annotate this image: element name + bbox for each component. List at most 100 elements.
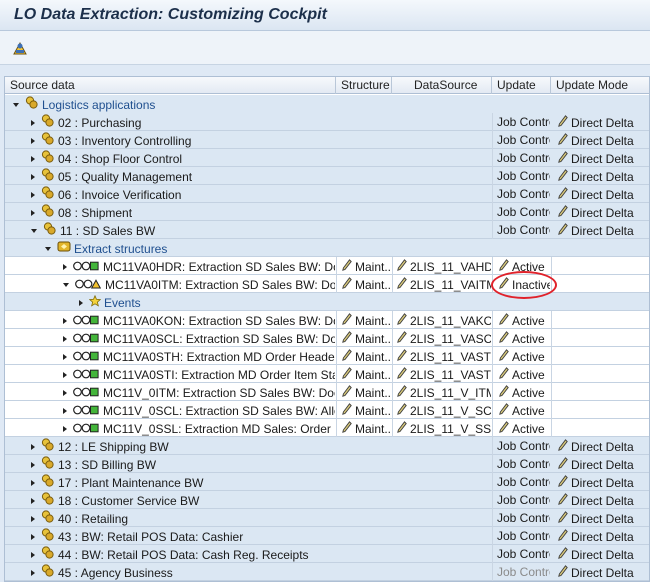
node-label[interactable]: MC11V_0ITM: Extraction SD Sales BW: Docu… <box>103 386 335 400</box>
tree-node-extract-structure[interactable]: MC11VA0ITM: Extraction SD Sales BW: Docu… <box>5 275 649 293</box>
update-value[interactable]: Job Control <box>493 151 550 165</box>
pencil-icon[interactable] <box>499 330 509 347</box>
update-cell[interactable]: Job Control <box>492 113 550 131</box>
tree-node-extract-structure[interactable]: MC11V_0SCL: Extraction SD Sales BW: Allo… <box>5 401 649 419</box>
node-label[interactable]: 40 : Retailing <box>58 512 128 526</box>
update-value[interactable]: Job Control <box>493 187 550 201</box>
update-mode-cell[interactable]: Direct Delta <box>551 491 649 509</box>
pencil-icon[interactable] <box>558 168 568 185</box>
update-value[interactable]: Job Control <box>493 457 550 471</box>
node-label[interactable]: 17 : Plant Maintenance BW <box>58 476 203 490</box>
datasource-value[interactable]: 2LIS_11_VAHDR <box>410 260 491 274</box>
pencil-icon[interactable] <box>499 420 509 437</box>
pencil-icon[interactable] <box>558 492 568 509</box>
pencil-icon[interactable] <box>558 528 568 545</box>
tree-node-application[interactable]: 18 : Customer Service BW Job Control Direc… <box>5 491 649 509</box>
node-label[interactable]: 06 : Invoice Verification <box>58 188 181 202</box>
update-value[interactable]: Job Control <box>493 547 550 561</box>
datasource-cell[interactable]: 2LIS_11_V_SCL <box>392 401 491 419</box>
tree-node-extract-structure[interactable]: MC11V_0ITM: Extraction SD Sales BW: Docu… <box>5 383 649 401</box>
node-label[interactable]: 18 : Customer Service BW <box>58 494 199 508</box>
expand-arrow-icon[interactable] <box>31 119 35 126</box>
update-mode-cell[interactable]: Direct Delta <box>551 185 649 203</box>
update-mode-value[interactable]: Direct Delta <box>571 494 634 508</box>
expand-arrow-icon[interactable] <box>63 371 67 378</box>
node-label[interactable]: 08 : Shipment <box>58 206 132 220</box>
tree-node-application[interactable]: 43 : BW: Retail POS Data: Cashier Job Con… <box>5 527 649 545</box>
datasource-cell[interactable]: 2LIS_11_VAITM <box>392 275 491 293</box>
update-mode-value[interactable]: Direct Delta <box>571 170 634 184</box>
update-cell[interactable]: Active <box>492 311 550 329</box>
column-header-update[interactable]: Update <box>492 77 551 94</box>
structure-cell[interactable]: Maint... <box>336 347 391 365</box>
column-header-structure[interactable]: Structure <box>336 77 392 94</box>
update-value[interactable]: Job Control <box>493 475 550 489</box>
datasource-value[interactable]: 2LIS_11_VASTI <box>410 368 491 382</box>
expand-arrow-icon[interactable] <box>63 389 67 396</box>
structure-cell[interactable]: Maint... <box>336 383 391 401</box>
node-label[interactable]: MC11VA0STH: Extraction MD Order Header S… <box>103 350 335 364</box>
pencil-icon[interactable] <box>558 114 568 131</box>
structure-maintain-link[interactable]: Maint... <box>355 386 391 400</box>
structure-cell[interactable]: Maint... <box>336 275 391 293</box>
tree-node-application[interactable]: 45 : Agency Business Job Control Direct De… <box>5 563 649 581</box>
expand-arrow-icon[interactable] <box>31 191 35 198</box>
expand-arrow-icon[interactable] <box>31 443 35 450</box>
update-mode-value[interactable]: Direct Delta <box>571 530 634 544</box>
node-label[interactable]: 43 : BW: Retail POS Data: Cashier <box>58 530 243 544</box>
column-header-datasource[interactable]: DataSource <box>392 77 492 94</box>
structure-cell[interactable]: Maint... <box>336 329 391 347</box>
status-active-label[interactable]: Active <box>512 368 545 382</box>
update-mode-value[interactable]: Direct Delta <box>571 548 634 562</box>
update-cell[interactable]: Job Control <box>492 545 550 563</box>
tree-node-application[interactable]: 40 : Retailing Job Control Direct Delta <box>5 509 649 527</box>
tree-node-application[interactable]: 04 : Shop Floor Control Job Control Direct… <box>5 149 649 167</box>
update-mode-value[interactable]: Direct Delta <box>571 476 634 490</box>
update-cell[interactable]: Active <box>492 347 550 365</box>
datasource-cell[interactable]: 2LIS_11_V_SSL <box>392 419 491 437</box>
pencil-icon[interactable] <box>558 186 568 203</box>
node-label[interactable]: 13 : SD Billing BW <box>58 458 156 472</box>
pencil-icon[interactable] <box>397 366 407 383</box>
update-mode-cell[interactable]: Direct Delta <box>551 131 649 149</box>
update-cell[interactable]: Active <box>492 257 550 275</box>
update-cell[interactable]: Job Control <box>492 203 550 221</box>
update-mode-cell[interactable]: Direct Delta <box>551 203 649 221</box>
tree-node-root[interactable]: Logistics applications <box>5 95 649 113</box>
pencil-icon[interactable] <box>397 402 407 419</box>
structure-cell[interactable]: Maint... <box>336 257 391 275</box>
pencil-icon[interactable] <box>558 150 568 167</box>
node-label[interactable]: MC11VA0SCL: Extraction SD Sales BW: Docu… <box>103 332 335 346</box>
update-value[interactable]: Job Control <box>493 529 550 543</box>
expand-arrow-icon[interactable] <box>63 335 67 342</box>
tree-node-application[interactable]: 11 : SD Sales BW Job Control Direct Delta <box>5 221 649 239</box>
pencil-icon[interactable] <box>499 348 509 365</box>
tree-node-extract-structure[interactable]: MC11VA0SCL: Extraction SD Sales BW: Docu… <box>5 329 649 347</box>
datasource-cell[interactable]: 2LIS_11_VASTI <box>392 365 491 383</box>
structure-maintain-link[interactable]: Maint... <box>355 260 391 274</box>
tree-node-extract-structure[interactable]: MC11VA0HDR: Extraction SD Sales BW: Docu… <box>5 257 649 275</box>
status-active-label[interactable]: Active <box>512 350 545 364</box>
pencil-icon[interactable] <box>558 474 568 491</box>
node-label[interactable]: 12 : LE Shipping BW <box>58 440 169 454</box>
structure-cell[interactable]: Maint... <box>336 365 391 383</box>
tree-node-application[interactable]: 17 : Plant Maintenance BW Job Control Dire… <box>5 473 649 491</box>
update-mode-cell[interactable]: Direct Delta <box>551 473 649 491</box>
expand-arrow-icon[interactable] <box>31 209 35 216</box>
update-mode-cell[interactable]: Direct Delta <box>551 509 649 527</box>
update-cell[interactable]: Active <box>492 419 550 437</box>
update-value[interactable]: Job Control <box>493 439 550 453</box>
node-label[interactable]: MC11VA0STI: Extraction MD Order Item Sta… <box>103 368 335 382</box>
tree-node-application[interactable]: 08 : Shipment Job Control Direct Delta <box>5 203 649 221</box>
status-inactive-label[interactable]: Inactive <box>512 278 550 292</box>
pencil-icon[interactable] <box>397 348 407 365</box>
expand-arrow-icon[interactable] <box>31 515 35 522</box>
collapse-arrow-icon[interactable] <box>45 246 51 251</box>
expand-arrow-icon[interactable] <box>63 353 67 360</box>
status-active-label[interactable]: Active <box>512 386 545 400</box>
pencil-icon[interactable] <box>397 312 407 329</box>
update-value[interactable]: Job Control <box>493 511 550 525</box>
datasource-value[interactable]: 2LIS_11_VAKON <box>410 314 491 328</box>
tree-node-application[interactable]: 02 : Purchasing Job Control Direct Delta <box>5 113 649 131</box>
structure-cell[interactable]: Maint... <box>336 401 391 419</box>
